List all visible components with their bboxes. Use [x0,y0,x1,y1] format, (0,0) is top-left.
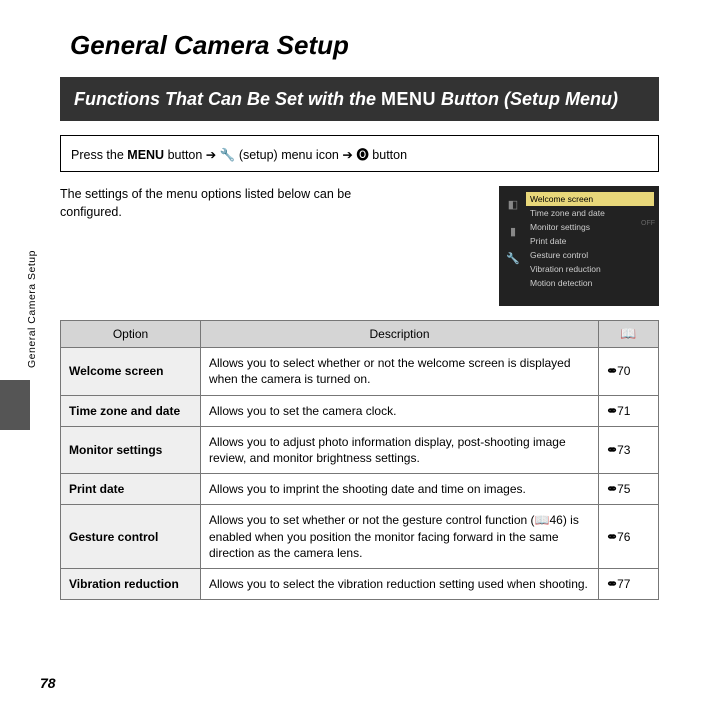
thumb-menu-list: Welcome screen Time zone and date Monito… [526,192,654,300]
thumb-item: Welcome screen [526,192,654,206]
thumb-item: Monitor settings [526,220,654,234]
movie-icon: ▮ [510,225,516,238]
intro-text: The settings of the menu options listed … [60,186,410,221]
thumb-values: OFF [641,220,655,227]
ref-num: 73 [617,443,630,457]
instr-p3: (setup) menu icon [235,148,342,162]
wrench-icon: 🔧 [220,148,236,163]
thumb-item: Time zone and date [526,206,654,220]
table-row: Gesture control Allows you to set whethe… [61,505,659,569]
opt-cell: Welcome screen [61,348,201,395]
desc-cell: Allows you to set whether or not the ges… [201,505,599,569]
ref-cell: ⚭70 [599,348,659,395]
ref-icon: ⚭ [605,442,618,458]
side-section-label: General Camera Setup [26,250,38,368]
instr-p2: button [164,148,206,162]
desc-mid: 46 [549,513,562,527]
book-icon: 📖 [535,512,550,528]
page-number: 78 [40,675,56,691]
ref-num: 71 [617,404,630,418]
ref-num: 77 [617,577,630,591]
arrow-icon: ➔ [206,147,216,162]
menu-word-small: MENU [127,148,164,162]
page-title: General Camera Setup [70,30,659,61]
desc-cell: Allows you to select whether or not the … [201,348,599,395]
ref-cell: ⚭76 [599,505,659,569]
thumb-item: Print date [526,234,654,248]
thumb-item: Motion detection [526,276,654,290]
section-heading: Functions That Can Be Set with the MENU … [60,77,659,121]
table-row: Vibration reduction Allows you to select… [61,568,659,599]
ref-icon: ⚭ [605,403,618,419]
opt-cell: Monitor settings [61,426,201,473]
ok-icon: 🅞 [356,144,369,163]
book-icon: 📖 [620,326,636,341]
ref-icon: ⚭ [605,363,618,379]
ref-num: 76 [617,530,630,544]
band-prefix: Functions That Can Be Set with the [74,89,381,109]
menu-word: MENU [381,89,436,109]
camera-icon: ◧ [508,198,518,211]
desc-cell: Allows you to set the camera clock. [201,395,599,426]
col-option: Option [61,321,201,348]
band-suffix: Button (Setup Menu) [436,89,618,109]
col-description: Description [201,321,599,348]
table-row: Welcome screen Allows you to select whet… [61,348,659,395]
ref-cell: ⚭73 [599,426,659,473]
ref-icon: ⚭ [605,576,618,592]
desc-cell: Allows you to adjust photo information d… [201,426,599,473]
ref-icon: ⚭ [605,529,618,545]
ref-num: 70 [617,364,630,378]
opt-cell: Gesture control [61,505,201,569]
opt-cell: Vibration reduction [61,568,201,599]
side-tab [0,380,30,430]
ref-cell: ⚭71 [599,395,659,426]
thumb-mode-icons: ◧ ▮ 🔧 [504,192,522,300]
arrow-icon: ➔ [342,147,352,162]
table-row: Time zone and date Allows you to set the… [61,395,659,426]
instr-p1: Press the [71,148,127,162]
thumb-item: Vibration reduction [526,262,654,276]
intro-row: The settings of the menu options listed … [60,186,659,306]
ref-icon: ⚭ [605,481,618,497]
desc-cell: Allows you to imprint the shooting date … [201,474,599,505]
options-table: Option Description 📖 Welcome screen Allo… [60,320,659,600]
opt-cell: Print date [61,474,201,505]
instruction-box: Press the MENU button ➔ 🔧 (setup) menu i… [60,135,659,172]
table-row: Print date Allows you to imprint the sho… [61,474,659,505]
thumb-item: Gesture control [526,248,654,262]
ref-num: 75 [617,482,630,496]
col-reference: 📖 [599,321,659,348]
opt-cell: Time zone and date [61,395,201,426]
instr-p4: button [369,148,407,162]
ref-cell: ⚭77 [599,568,659,599]
desc-cell: Allows you to select the vibration reduc… [201,568,599,599]
wrench-icon: 🔧 [506,252,520,265]
thumb-val: OFF [641,220,655,227]
ref-cell: ⚭75 [599,474,659,505]
menu-thumbnail: ◧ ▮ 🔧 Welcome screen Time zone and date … [499,186,659,306]
desc-pre: Allows you to set whether or not the ges… [209,513,535,527]
table-row: Monitor settings Allows you to adjust ph… [61,426,659,473]
